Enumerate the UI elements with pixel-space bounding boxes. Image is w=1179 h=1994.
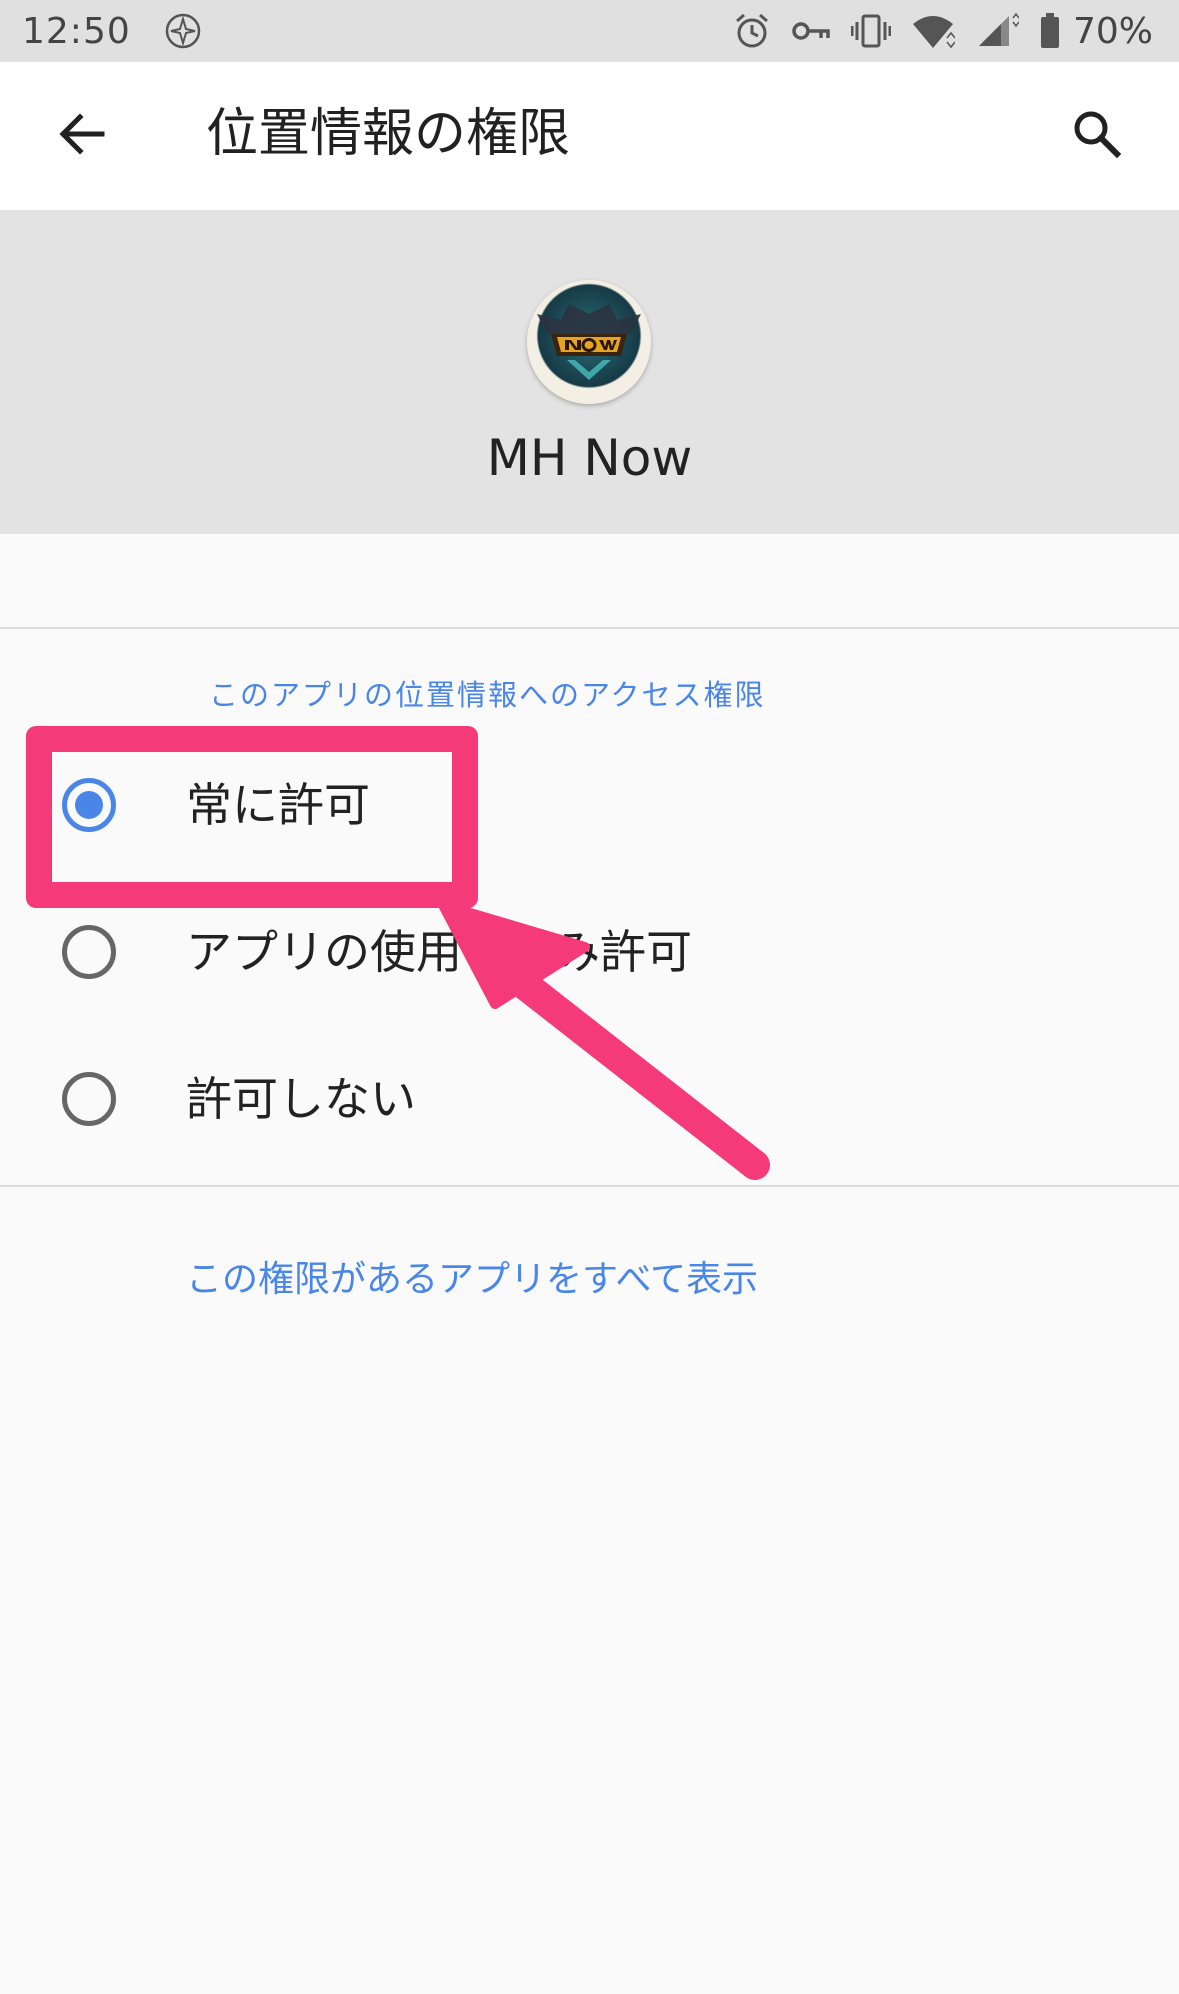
section-label: このアプリの位置情報へのアクセス権限 [209, 678, 766, 712]
app-name: MH Now [486, 429, 693, 487]
arrow-back-icon [59, 113, 105, 155]
radio-button-selected[interactable] [62, 778, 116, 832]
battery-level: 70% [1072, 10, 1153, 52]
app-notification-icon [163, 11, 203, 51]
signal-icon [975, 12, 1019, 50]
mh-now-logo-icon [537, 304, 641, 380]
status-time: 12:50 [22, 10, 131, 52]
back-button[interactable] [50, 102, 114, 166]
search-button[interactable] [1065, 102, 1129, 166]
radio-option-always-allow[interactable]: 常に許可 [0, 735, 1179, 875]
app-bar: 位置情報の権限 [0, 62, 1179, 210]
app-header: MH Now [0, 210, 1179, 534]
radio-label: 常に許可 [186, 778, 370, 832]
radio-option-deny[interactable]: 許可しない [0, 1029, 1179, 1169]
search-icon [1074, 111, 1122, 159]
vpn-key-icon [791, 12, 831, 50]
radio-option-while-using[interactable]: アプリの使用中のみ許可 [0, 882, 1179, 1022]
vibrate-icon [850, 12, 891, 50]
see-all-apps-link[interactable]: この権限があるアプリをすべて表示 [186, 1250, 758, 1302]
wifi-icon [911, 12, 955, 50]
page-title: 位置情報の権限 [206, 104, 571, 164]
divider [0, 627, 1179, 629]
radio-button[interactable] [62, 925, 116, 979]
radio-button[interactable] [62, 1072, 116, 1126]
radio-label: 許可しない [186, 1072, 416, 1126]
radio-label: アプリの使用中のみ許可 [186, 925, 692, 979]
divider [0, 1185, 1179, 1187]
battery-icon [1039, 12, 1061, 50]
alarm-icon [733, 12, 771, 50]
app-icon [527, 280, 651, 404]
status-bar: 12:50 70% [0, 0, 1179, 62]
